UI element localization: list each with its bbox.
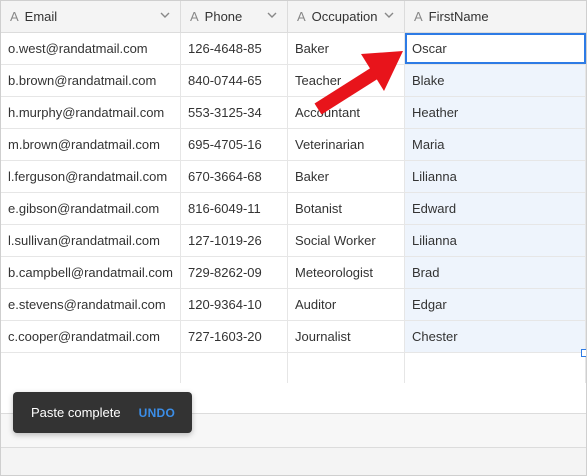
chevron-down-icon[interactable]	[160, 10, 170, 20]
text-type-icon: A	[414, 9, 423, 24]
cell-phone[interactable]: 729-8262-09	[181, 257, 288, 288]
cell-email[interactable]: e.stevens@randatmail.com	[1, 289, 181, 320]
cell-firstname[interactable]: Blake	[405, 65, 586, 96]
cell-email[interactable]: c.cooper@randatmail.com	[1, 321, 181, 352]
cell-email[interactable]: l.ferguson@randatmail.com	[1, 161, 181, 192]
column-header-label: Email	[24, 9, 58, 24]
cell-phone[interactable]: 840-0744-65	[181, 65, 288, 96]
cell-firstname[interactable]: Lilianna	[405, 161, 586, 192]
cell-email[interactable]: b.brown@randatmail.com	[1, 65, 181, 96]
cell-phone[interactable]: 120-9364-10	[181, 289, 288, 320]
cell-occupation[interactable]: Journalist	[288, 321, 405, 352]
column-header-label: Phone	[204, 9, 243, 24]
text-type-icon: A	[10, 9, 19, 24]
cell-occupation[interactable]: Botanist	[288, 193, 405, 224]
cell-firstname[interactable]: Edgar	[405, 289, 586, 320]
undo-button[interactable]: UNDO	[139, 406, 176, 420]
empty-row	[1, 353, 586, 385]
cell-phone[interactable]: 126-4648-85	[181, 33, 288, 64]
table-row: l.ferguson@randatmail.com 670-3664-68 Ba…	[1, 161, 586, 193]
column-header-label: Occupation	[311, 9, 378, 24]
cell-empty[interactable]	[181, 353, 288, 384]
column-header-phone[interactable]: A Phone	[181, 1, 288, 32]
cell-occupation[interactable]: Auditor	[288, 289, 405, 320]
cell-phone[interactable]: 816-6049-11	[181, 193, 288, 224]
table-row: h.murphy@randatmail.com 553-3125-34 Acco…	[1, 97, 586, 129]
spreadsheet-grid: A Email A Phone A Occupation A FirstName…	[0, 0, 587, 476]
table-row: b.campbell@randatmail.com 729-8262-09 Me…	[1, 257, 586, 289]
cell-email[interactable]: m.brown@randatmail.com	[1, 129, 181, 160]
table-row: l.sullivan@randatmail.com 127-1019-26 So…	[1, 225, 586, 257]
cell-phone[interactable]: 695-4705-16	[181, 129, 288, 160]
cell-occupation[interactable]: Teacher	[288, 65, 405, 96]
cell-occupation[interactable]: Social Worker	[288, 225, 405, 256]
table-row: b.brown@randatmail.com 840-0744-65 Teach…	[1, 65, 586, 97]
cell-phone[interactable]: 127-1019-26	[181, 225, 288, 256]
cell-email[interactable]: e.gibson@randatmail.com	[1, 193, 181, 224]
column-header-occupation[interactable]: A Occupation	[288, 1, 405, 32]
cell-email[interactable]: o.west@randatmail.com	[1, 33, 181, 64]
cell-firstname[interactable]: Heather	[405, 97, 586, 128]
cell-phone[interactable]: 553-3125-34	[181, 97, 288, 128]
cell-empty[interactable]	[288, 353, 405, 384]
cell-email[interactable]: b.campbell@randatmail.com	[1, 257, 181, 288]
cell-email[interactable]: l.sullivan@randatmail.com	[1, 225, 181, 256]
table-row: c.cooper@randatmail.com 727-1603-20 Jour…	[1, 321, 586, 353]
text-type-icon: A	[190, 9, 199, 24]
cell-firstname[interactable]: Lilianna	[405, 225, 586, 256]
column-header-row: A Email A Phone A Occupation A FirstName	[1, 1, 586, 33]
cell-firstname[interactable]: Edward	[405, 193, 586, 224]
cell-firstname[interactable]: Brad	[405, 257, 586, 288]
column-header-firstname[interactable]: A FirstName	[405, 1, 586, 32]
grid-footer	[1, 447, 586, 475]
cell-occupation[interactable]: Baker	[288, 33, 405, 64]
cell-firstname[interactable]: Maria	[405, 129, 586, 160]
column-header-label: FirstName	[428, 9, 489, 24]
text-type-icon: A	[297, 9, 306, 24]
column-header-email[interactable]: A Email	[1, 1, 181, 32]
table-row: e.gibson@randatmail.com 816-6049-11 Bota…	[1, 193, 586, 225]
cell-occupation[interactable]: Accountant	[288, 97, 405, 128]
cell-phone[interactable]: 727-1603-20	[181, 321, 288, 352]
table-body: o.west@randatmail.com 126-4648-85 Baker …	[1, 33, 586, 385]
chevron-down-icon[interactable]	[267, 10, 277, 20]
cell-firstname[interactable]: Chester	[405, 321, 586, 352]
table-row: m.brown@randatmail.com 695-4705-16 Veter…	[1, 129, 586, 161]
cell-empty[interactable]	[1, 353, 181, 384]
table-row: o.west@randatmail.com 126-4648-85 Baker …	[1, 33, 586, 65]
chevron-down-icon[interactable]	[384, 10, 394, 20]
cell-occupation[interactable]: Baker	[288, 161, 405, 192]
cell-occupation[interactable]: Meteorologist	[288, 257, 405, 288]
cell-email[interactable]: h.murphy@randatmail.com	[1, 97, 181, 128]
cell-occupation[interactable]: Veterinarian	[288, 129, 405, 160]
paste-toast: Paste complete UNDO	[13, 392, 192, 433]
table-row: e.stevens@randatmail.com 120-9364-10 Aud…	[1, 289, 586, 321]
toast-message: Paste complete	[31, 405, 121, 420]
selection-fill-handle[interactable]	[581, 349, 586, 357]
cell-empty[interactable]	[405, 353, 586, 384]
cell-phone[interactable]: 670-3664-68	[181, 161, 288, 192]
cell-firstname-active[interactable]: Oscar	[405, 33, 586, 64]
